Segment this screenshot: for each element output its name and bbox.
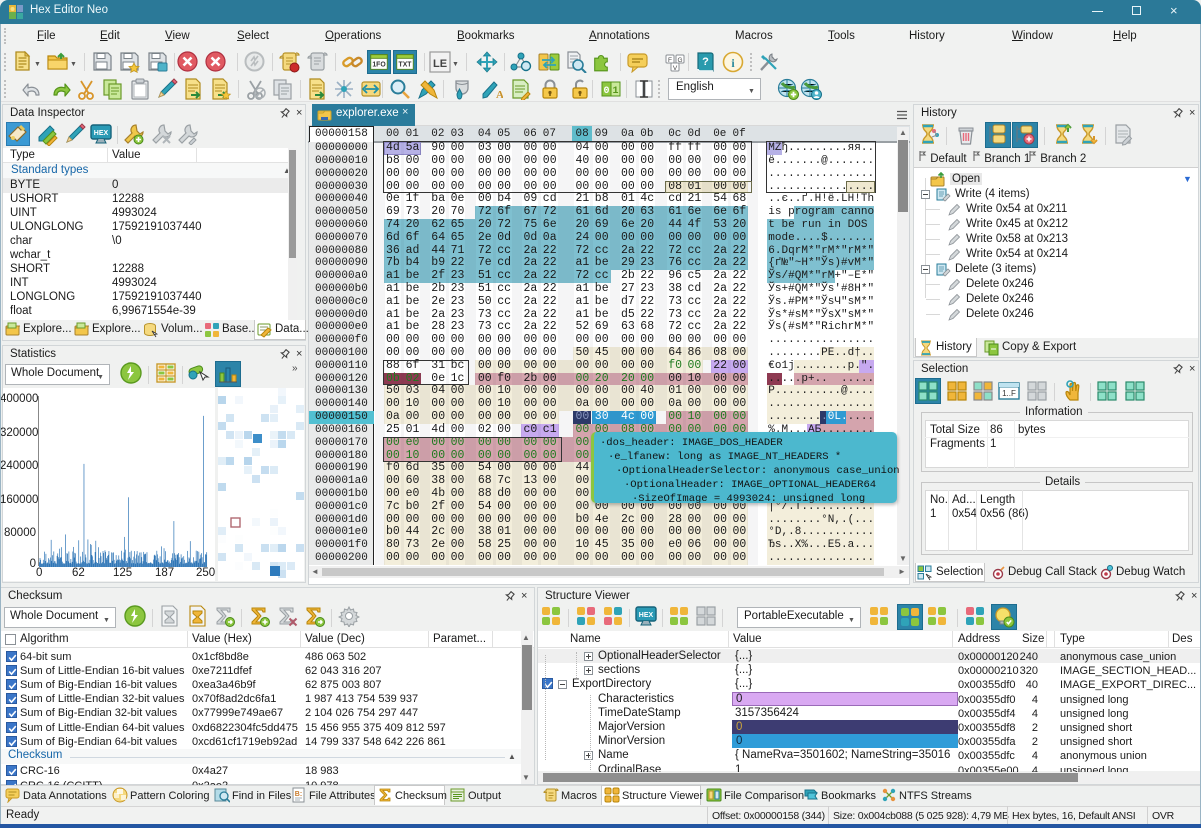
- svg-text:F: F: [668, 57, 672, 64]
- svg-text:TXT: TXT: [399, 62, 413, 69]
- svg-text:?: ?: [702, 56, 709, 68]
- svg-text:G: G: [677, 57, 682, 64]
- svg-text:B:: B:: [295, 791, 302, 798]
- svg-text:V: V: [673, 65, 678, 72]
- svg-text:1..F: 1..F: [1002, 389, 1016, 398]
- svg-text:0: 0: [603, 86, 609, 97]
- svg-text:1: 1: [612, 86, 618, 97]
- svg-text:HEX: HEX: [639, 612, 654, 619]
- svg-text:LE: LE: [433, 58, 447, 70]
- svg-text:A: A: [496, 89, 503, 100]
- svg-text:1FO: 1FO: [372, 62, 386, 69]
- svg-text:HEX: HEX: [94, 130, 109, 137]
